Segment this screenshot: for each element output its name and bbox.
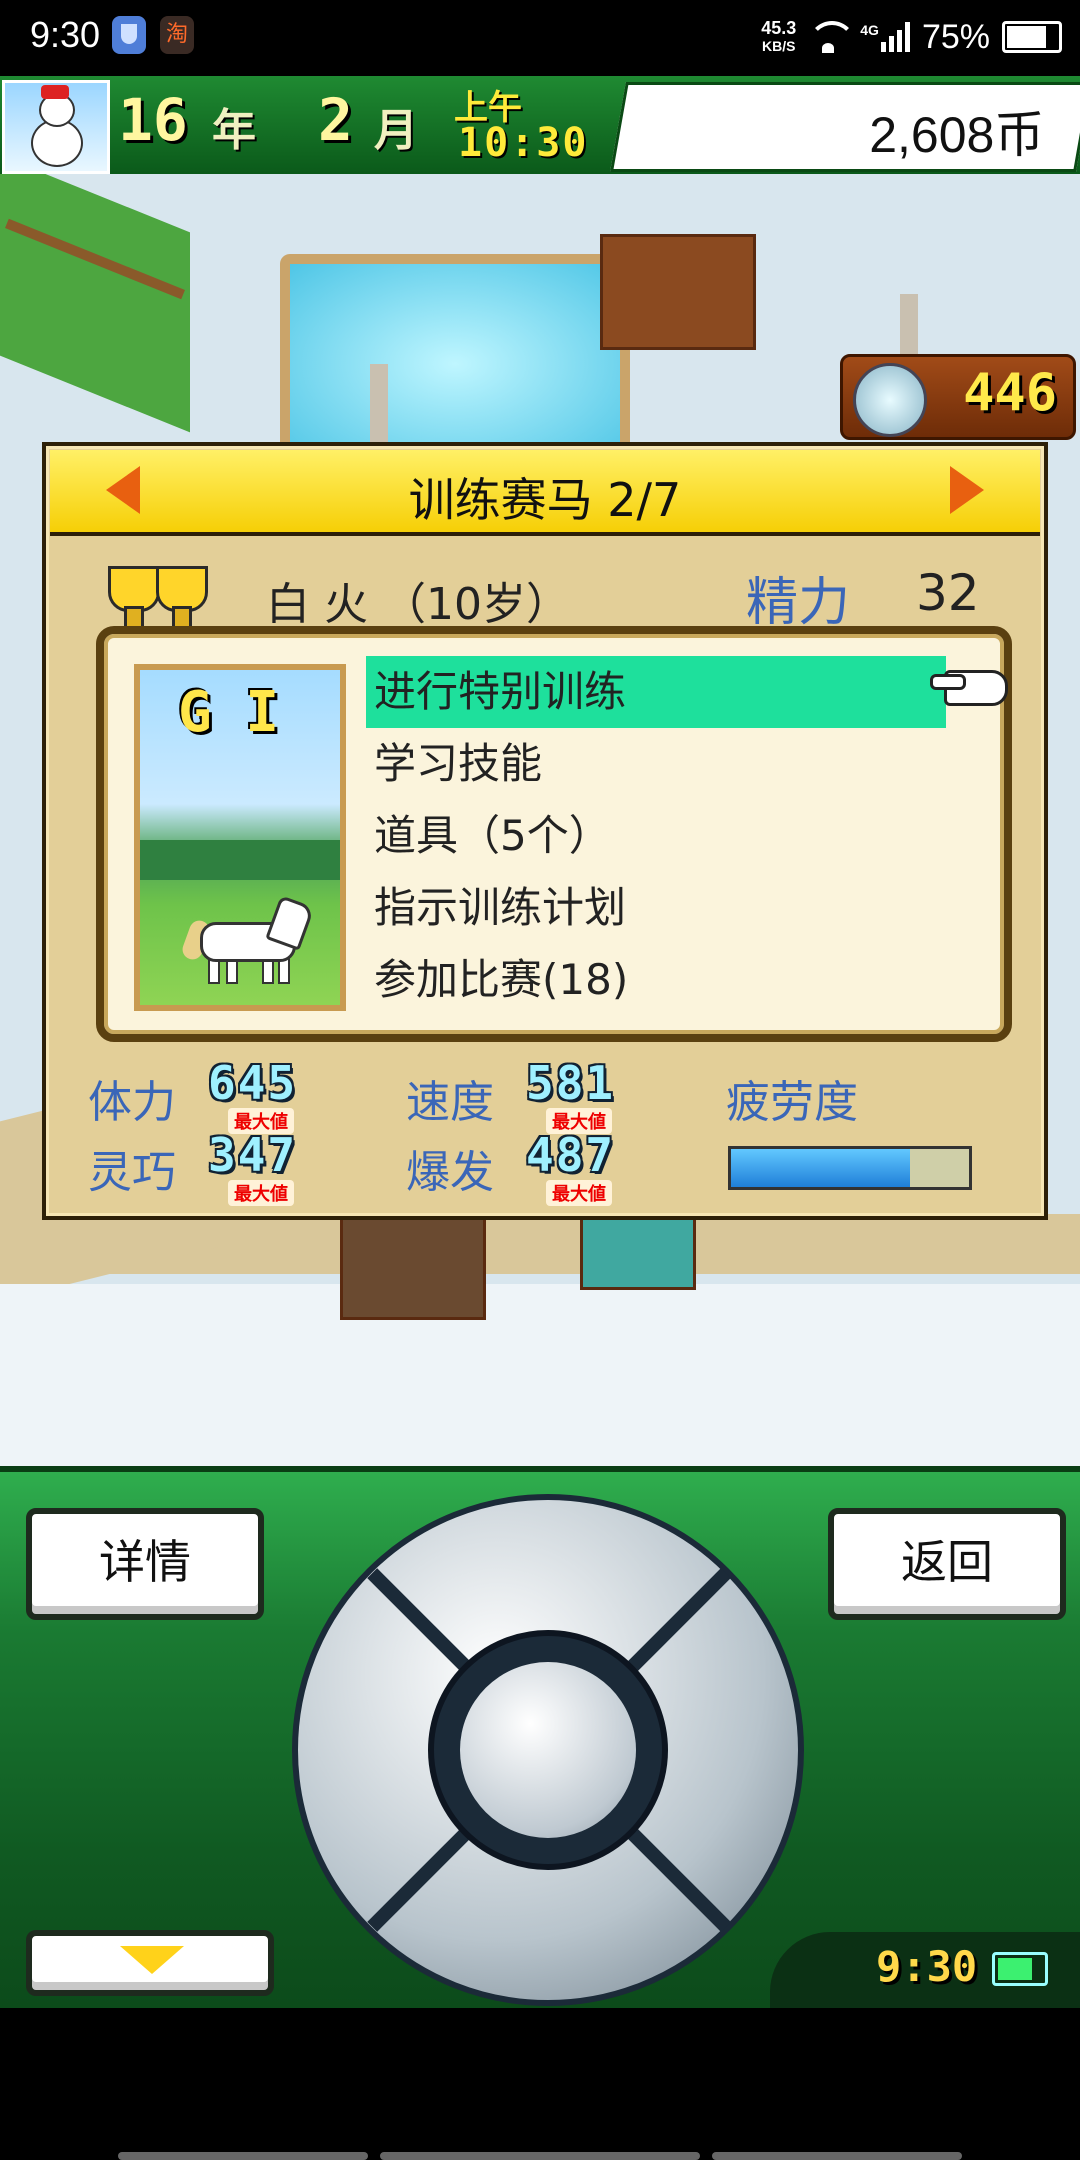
stamina-value: 645: [208, 1056, 298, 1110]
dpad-ring: [428, 1630, 668, 1870]
menu-item-enter-race[interactable]: 参加比赛(18): [366, 944, 946, 1016]
horse-medal-icon: [853, 363, 927, 437]
menu-item-special-training[interactable]: 进行特别训练: [366, 656, 946, 728]
horse-portrait: G I: [134, 664, 346, 1011]
scroll-down-button[interactable]: [26, 1930, 274, 1996]
fatigue-label: 疲劳度: [726, 1077, 858, 1128]
energy-value: 32: [916, 564, 980, 622]
network-type: 4G: [860, 22, 879, 38]
menu-item-items[interactable]: 道具（5个）: [366, 800, 946, 872]
action-menu: 进行特别训练 学习技能 道具（5个） 指示训练计划 参加比赛(18): [366, 656, 946, 1016]
battery-percent: 75%: [921, 17, 990, 56]
year-value: 16: [118, 86, 188, 154]
coin-value: 2,608币: [869, 107, 1045, 163]
snowman-avatar-icon[interactable]: [2, 80, 110, 174]
agility-label: 灵巧: [88, 1147, 176, 1198]
month-label: 月: [374, 105, 418, 156]
snow-ground: [0, 1284, 1080, 1466]
net-speed-value: 45.3: [761, 18, 797, 38]
menu-item-training-plan[interactable]: 指示训练计划: [366, 872, 946, 944]
battery-icon: [992, 1952, 1048, 1986]
horse-name: 白 火 （10岁）: [266, 579, 570, 630]
device-clock: 9:30: [876, 1942, 978, 1991]
system-nav-bar: [0, 2008, 1080, 2160]
nav-handle[interactable]: [118, 2152, 368, 2160]
dialog-title: 训练赛马 2/7: [408, 473, 682, 527]
dpad-center-button[interactable]: [460, 1662, 636, 1838]
coin-counter: 2,608币: [610, 82, 1080, 172]
burst-value: 487: [526, 1128, 616, 1182]
speed-label: 速度: [406, 1077, 494, 1128]
kiosk-building: [580, 1214, 696, 1290]
horse-ticket-counter[interactable]: 446: [840, 354, 1076, 440]
burst-label: 爆发: [406, 1147, 494, 1198]
action-panel: G I 进行特别训练 学习技能 道具（5个） 指示训练计划 参加比赛(18): [96, 626, 1012, 1042]
game-clock: 10:30: [458, 120, 589, 166]
burst-max-tag: 最大値: [546, 1180, 612, 1206]
down-arrow-icon: [120, 1946, 184, 1974]
battery-icon: [1002, 21, 1062, 53]
stable-building: [600, 234, 756, 350]
shield-icon: [112, 16, 146, 54]
grade-badge: G I: [178, 680, 280, 745]
back-button[interactable]: 返回: [828, 1508, 1066, 1620]
net-speed-unit: KB/S: [762, 38, 796, 54]
grass-paddock: [0, 174, 190, 433]
status-indicators: 45.3 KB/S 4G 75%: [761, 12, 1062, 62]
taobao-icon: 淘: [160, 16, 194, 54]
next-horse-arrow-icon[interactable]: [950, 466, 984, 514]
menu-item-learn-skill[interactable]: 学习技能: [366, 728, 946, 800]
shop-building: [340, 1204, 486, 1320]
fatigue-fill: [731, 1149, 910, 1187]
energy-label: 精力: [746, 573, 851, 633]
dialog-header: 训练赛马 2/7: [50, 450, 1040, 536]
hot-spring-pond: [280, 254, 630, 474]
year-label: 年: [212, 105, 256, 156]
train-horse-dialog: 训练赛马 2/7 白 火 （10岁） 精力 32 G I 进行特别训练 学习技能…: [42, 442, 1048, 1220]
fatigue-bar: [728, 1146, 972, 1190]
nav-handle[interactable]: [380, 2152, 700, 2160]
month-value: 2: [318, 86, 353, 154]
nav-handle[interactable]: [712, 2152, 962, 2160]
net-speed: 45.3 KB/S: [761, 19, 796, 55]
cell-signal-icon: 4G: [860, 22, 910, 52]
directional-pad[interactable]: [292, 1494, 804, 2006]
agility-value: 347: [208, 1128, 298, 1182]
agility-max-tag: 最大値: [228, 1180, 294, 1206]
ticket-value: 446: [963, 363, 1057, 423]
speed-value: 581: [526, 1056, 616, 1110]
status-time: 9:30: [30, 14, 101, 55]
detail-button[interactable]: 详情: [26, 1508, 264, 1620]
wifi-icon: [808, 21, 857, 53]
white-horse-icon: [179, 895, 320, 984]
virtual-controller: 详情 返回 9:30: [0, 1466, 1080, 2014]
stamina-label: 体力: [88, 1077, 176, 1128]
pointing-hand-icon: [930, 666, 1014, 706]
status-bar: 9:30 淘 45.3 KB/S 4G 75%: [0, 0, 1080, 76]
device-clock-panel: 9:30: [770, 1932, 1080, 2014]
snowy-tree: [370, 364, 388, 444]
game-top-bar: 16 年 2 月 上午 10:30 2,608币: [0, 76, 1080, 177]
